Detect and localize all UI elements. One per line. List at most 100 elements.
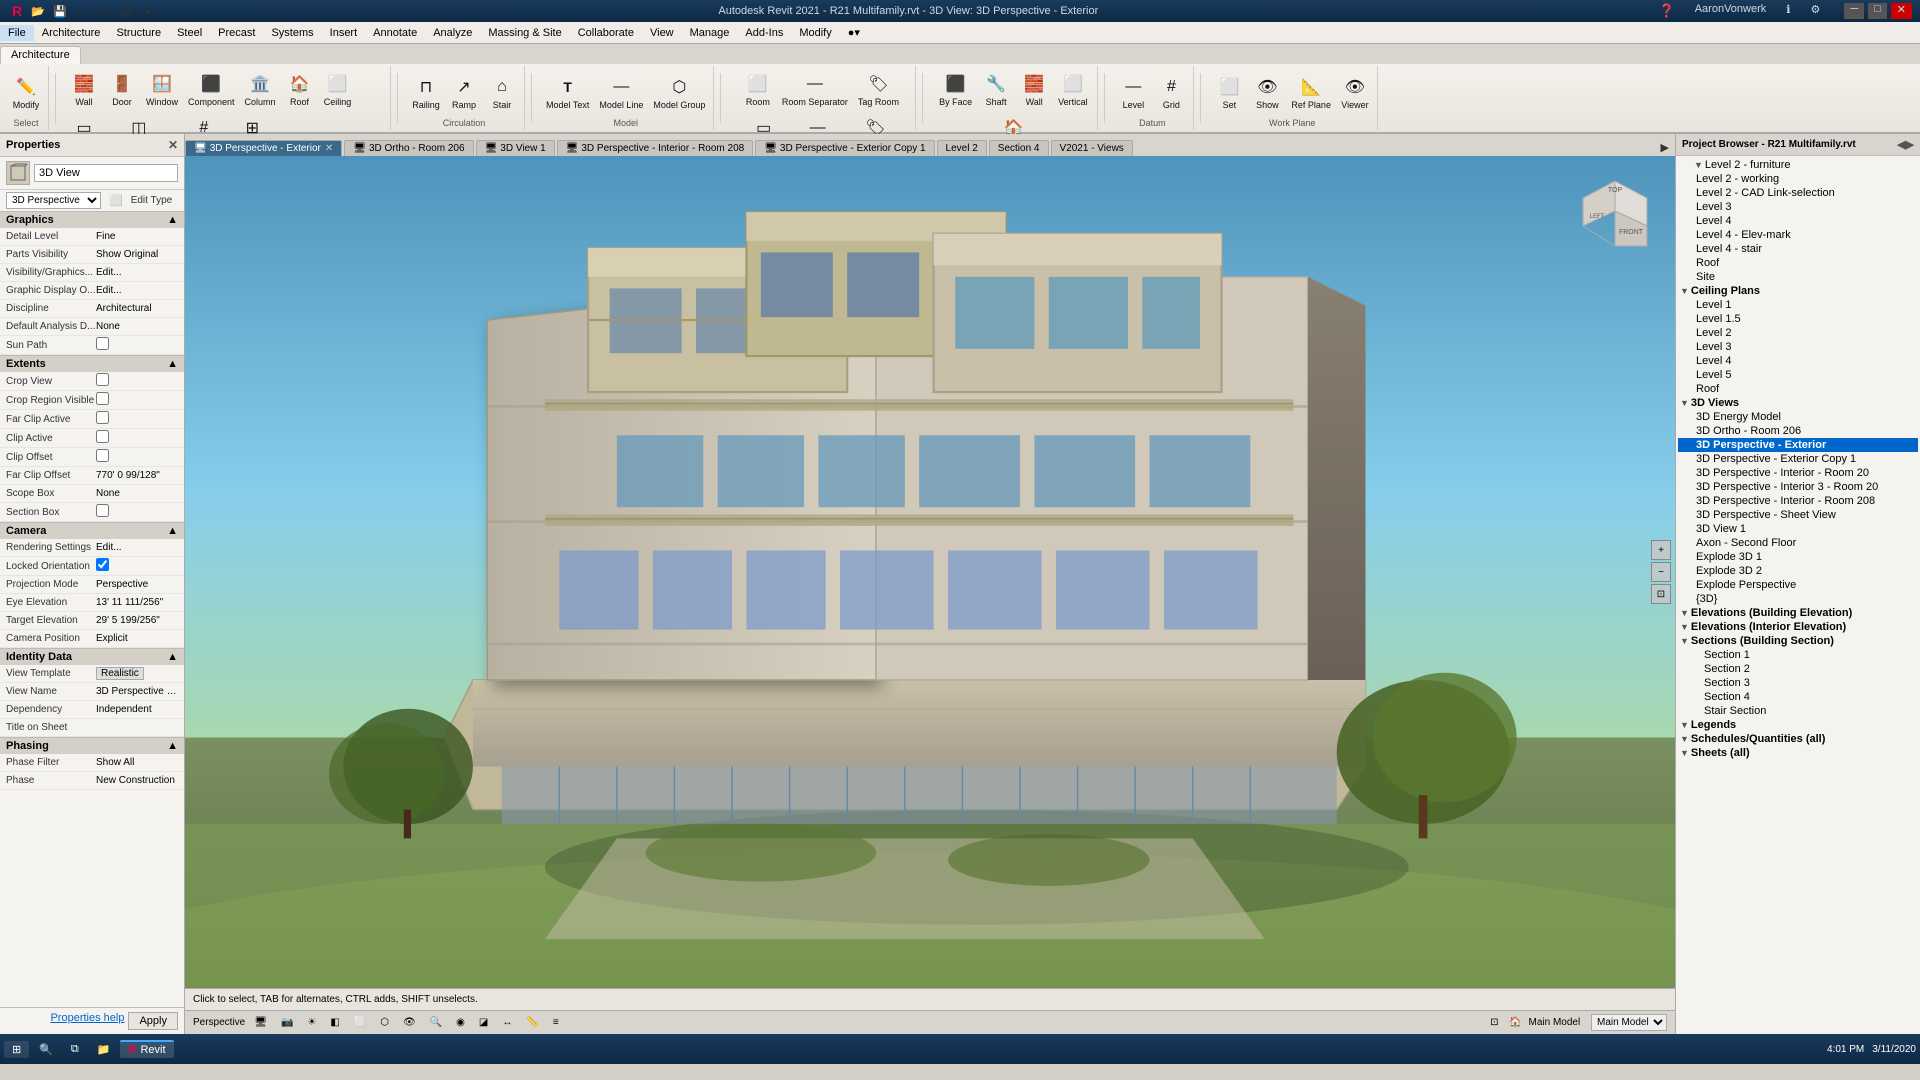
ribbon-btn-railing[interactable]: ⊓Railing [408,71,444,113]
start-button[interactable]: ⊞ [4,1041,29,1058]
pb-tree-item[interactable]: Level 4 [1678,214,1918,228]
menu-analyze[interactable]: Analyze [425,25,480,41]
ribbon-btn-modify[interactable]: ✏️ Modify [8,71,44,113]
ribbon-btn-column[interactable]: 🏛️Column [241,68,280,110]
zoom-fit-button[interactable]: ⊡ [1651,584,1671,604]
ribbon-btn-grid[interactable]: #Grid [1153,71,1189,113]
close-button[interactable]: ✕ [1891,3,1912,19]
sun-path-checkbox[interactable] [96,337,109,350]
pb-tree-item[interactable]: Level 4 - Elev-mark [1678,228,1918,242]
pb-tree-item[interactable]: Level 2 [1678,326,1918,340]
pb-tree-item[interactable]: Stair Section [1678,704,1918,718]
pb-tree-item[interactable]: {3D} [1678,592,1918,606]
ribbon-btn-stair[interactable]: ⌂Stair [484,71,520,113]
ribbon-btn-ceiling[interactable]: ⬜Ceiling [320,68,356,110]
3d-viewport[interactable]: TOP FRONT LEFT + − ⊡ [185,156,1675,988]
section-graphics-header[interactable]: Graphics ▲ [0,211,184,228]
ribbon-btn-room[interactable]: ⬜Room [740,68,776,110]
crop-region-checkbox[interactable] [96,392,109,405]
menu-massing[interactable]: Massing & Site [480,25,569,41]
rendering-settings-btn[interactable]: Edit... [96,542,178,553]
tabs-arrow-right[interactable]: ▶ [1655,139,1675,156]
edit-type-button[interactable]: Edit Type [131,195,173,206]
pb-tree-item[interactable]: Level 4 - stair [1678,242,1918,256]
apply-button[interactable]: Apply [128,1012,178,1030]
pb-tree-item[interactable]: 3D Energy Model [1678,410,1918,424]
crop-btn[interactable]: ⬜ [349,1015,371,1030]
menu-steel[interactable]: Steel [169,25,210,41]
menu-structure[interactable]: Structure [108,25,169,41]
tab-3d-perspective-exterior[interactable]: 🖥 3D Perspective - Exterior ✕ [185,140,342,156]
ribbon-btn-wallopening[interactable]: 🧱Wall [1016,68,1052,110]
section-phasing-header[interactable]: Phasing ▲ [0,737,184,754]
pb-tree-item[interactable]: Explode 3D 1 [1678,550,1918,564]
pb-tree-item[interactable]: 3D Perspective - Interior - Room 20 [1678,466,1918,480]
ribbon-btn-viewer[interactable]: 👁Viewer [1337,71,1373,113]
ribbon-btn-shaft[interactable]: 🔧Shaft [978,68,1014,110]
pb-tree-item[interactable]: ▼ Level 2 - furniture [1678,158,1918,172]
crop-view-checkbox[interactable] [96,373,109,386]
properties-close-button[interactable]: ✕ [168,138,178,152]
menu-systems[interactable]: Systems [263,25,321,41]
temporary-hide-btn[interactable]: 🔍 [425,1015,447,1030]
pb-tree-item[interactable]: Level 2 - CAD Link-selection [1678,186,1918,200]
pb-tree-item[interactable]: Site [1678,270,1918,284]
view-dropdown[interactable]: 3D Perspective - E... [6,192,101,209]
pb-tree-item[interactable]: 3D Perspective - Interior - Room 208 [1678,494,1918,508]
ribbon-btn-modelgroup[interactable]: ⬡Model Group [649,71,709,113]
pb-tree-item[interactable]: Roof [1678,256,1918,270]
tab-3d-ortho-206[interactable]: 🖥 3D Ortho - Room 206 [344,140,473,156]
tab-close-perspective[interactable]: ✕ [325,143,333,154]
qa-dropdown[interactable]: ▾ [138,1,158,21]
pb-tree-item[interactable]: ▼ Sections (Building Section) [1678,634,1918,648]
pb-tree-item[interactable]: Explode 3D 2 [1678,564,1918,578]
ribbon-btn-modelline[interactable]: —Model Line [595,71,647,113]
ribbon-btn-component[interactable]: ⬛Component [184,68,239,110]
pb-tree-item[interactable]: 3D Perspective - Interior 3 - Room 20 [1678,480,1918,494]
pb-tree-item[interactable]: 3D Perspective - Sheet View [1678,508,1918,522]
pb-tree-item[interactable]: Level 1.5 [1678,312,1918,326]
tab-section4[interactable]: Section 4 [989,140,1049,156]
help-icon[interactable]: ❓ [1655,3,1679,19]
pb-tree-item[interactable]: Level 2 - working [1678,172,1918,186]
detail-level-btn[interactable]: ≡ [548,1015,564,1030]
section-box-toggle[interactable]: ⬡ [375,1015,394,1030]
maximize-button[interactable]: □ [1868,3,1887,19]
properties-help-link[interactable]: Properties help [50,1012,124,1030]
pb-tree-item[interactable]: Level 1 [1678,298,1918,312]
scale-btn[interactable]: 📏 [521,1015,543,1030]
pb-tree-item[interactable]: Section 3 [1678,676,1918,690]
ribbon-btn-level[interactable]: —Level [1115,71,1151,113]
info-icon[interactable]: ℹ [1782,3,1794,19]
project-browser-arrow[interactable]: ◀▶ [1897,138,1914,151]
pb-tree-item[interactable]: Axon - Second Floor [1678,536,1918,550]
clip-active-checkbox[interactable] [96,430,109,443]
ribbon-btn-roomsep[interactable]: —Room Separator [778,68,852,110]
3d-view-btn[interactable]: 🖥 [249,1015,272,1030]
pb-tree-item[interactable]: ▼ 3D Views [1678,396,1918,410]
menu-insert[interactable]: Insert [322,25,366,41]
zoom-in-button[interactable]: + [1651,540,1671,560]
pb-tree-item[interactable]: Level 3 [1678,200,1918,214]
section-extents-header[interactable]: Extents ▲ [0,355,184,372]
menu-addins[interactable]: Add-Ins [737,25,791,41]
ribbon-btn-show[interactable]: 👁Show [1249,71,1285,113]
visual-style-btn[interactable]: ◪ [474,1015,493,1030]
taskbar-explorer[interactable]: 📁 [89,1041,119,1058]
pb-tree-item[interactable]: Level 5 [1678,368,1918,382]
ribbon-btn-roof[interactable]: 🏠Roof [282,68,318,110]
ribbon-btn-window[interactable]: 🪟Window [142,68,182,110]
pb-tree-item[interactable]: ▼ Elevations (Interior Elevation) [1678,620,1918,634]
ribbon-btn-refplane[interactable]: 📐Ref Plane [1287,71,1335,113]
pb-tree-item[interactable]: ▼ Schedules/Quantities (all) [1678,732,1918,746]
ribbon-btn-ramp[interactable]: ↗Ramp [446,71,482,113]
tab-3d-view-1[interactable]: 🖥 3D View 1 [476,140,555,156]
nav-cube[interactable]: TOP FRONT LEFT [1575,176,1655,256]
section-identity-header[interactable]: Identity Data ▲ [0,648,184,665]
pb-tree-item[interactable]: 3D Ortho - Room 206 [1678,424,1918,438]
save-button[interactable]: 💾 [50,1,70,21]
camera-btn[interactable]: 📷 [276,1015,298,1030]
pb-tree-item[interactable]: Level 3 [1678,340,1918,354]
menu-precast[interactable]: Precast [210,25,263,41]
ribbon-btn-modeltext[interactable]: TModel Text [542,71,593,113]
